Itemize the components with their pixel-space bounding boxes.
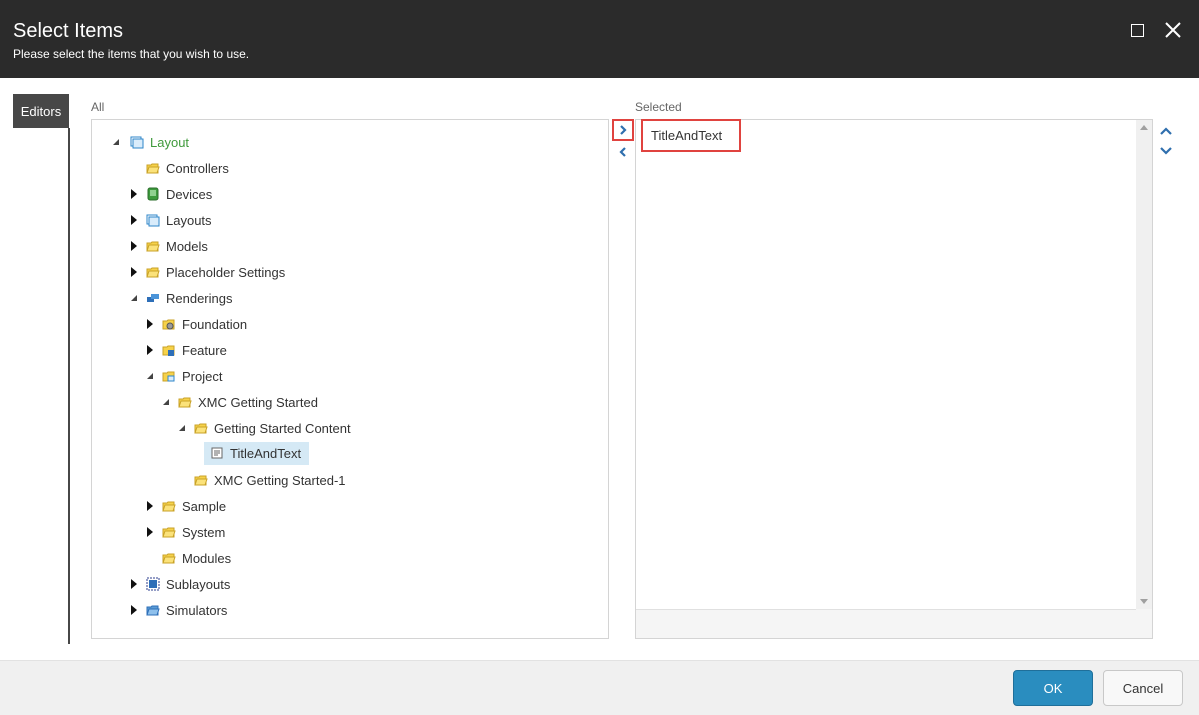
renderings-icon	[146, 291, 160, 305]
tree-label: XMC Getting Started	[198, 394, 318, 410]
dialog-footer: OK Cancel	[0, 660, 1199, 715]
collapsed-icon[interactable]	[144, 318, 156, 330]
tree-node-xmc-getting-started-1[interactable]: XMC Getting Started-1	[188, 469, 354, 491]
sublayout-icon	[146, 577, 160, 591]
folder-icon	[162, 525, 176, 539]
collapsed-icon[interactable]	[144, 500, 156, 512]
folder-project-icon	[162, 369, 176, 383]
expanded-icon[interactable]	[110, 136, 122, 148]
collapsed-icon[interactable]	[144, 526, 156, 538]
expanded-icon[interactable]	[128, 292, 140, 304]
layout-icon	[146, 213, 160, 227]
all-label: All	[91, 100, 105, 114]
collapsed-icon[interactable]	[128, 604, 140, 616]
selected-label: Selected	[635, 100, 682, 114]
tree-label: Project	[182, 368, 223, 384]
expanded-icon[interactable]	[160, 396, 172, 408]
tree-node-layout[interactable]: Layout	[113, 131, 197, 153]
chevron-up-icon	[1160, 127, 1172, 135]
chevron-down-icon	[1160, 147, 1172, 155]
tree-label: Devices	[166, 186, 213, 202]
tree-node-simulators[interactable]: Simulators	[128, 599, 235, 621]
folder-icon	[162, 551, 176, 565]
tree-node-system[interactable]: System	[144, 521, 233, 543]
rendering-item-icon	[210, 446, 224, 460]
tree-label: Modules	[182, 550, 232, 566]
layout-icon	[130, 135, 144, 149]
tree-panel: Layout Controllers Devices Layouts Model…	[91, 119, 609, 639]
tree-node-title-and-text[interactable]: TitleAndText	[204, 441, 310, 465]
tree-node-layouts[interactable]: Layouts	[128, 209, 220, 231]
chevron-right-icon	[620, 125, 627, 135]
scrollbar[interactable]	[1136, 120, 1152, 609]
collapsed-icon[interactable]	[128, 188, 140, 200]
tree-node-xmc-getting-started[interactable]: XMC Getting Started	[160, 391, 326, 413]
folder-icon	[178, 395, 192, 409]
maximize-icon[interactable]	[1131, 24, 1144, 37]
chevron-left-icon	[619, 147, 626, 157]
folder-icon	[146, 161, 160, 175]
editors-divider	[68, 128, 70, 644]
tree-label: TitleAndText	[230, 445, 302, 461]
dialog-title: Select Items	[13, 20, 124, 42]
selected-list[interactable]: TitleAndText	[636, 119, 1136, 610]
tree-node-modules[interactable]: Modules	[156, 547, 239, 569]
folder-feature-icon	[162, 343, 176, 357]
close-icon[interactable]	[1163, 20, 1183, 40]
scroll-up-icon[interactable]	[1140, 125, 1148, 130]
device-icon	[146, 187, 160, 201]
tree-label: System	[182, 524, 226, 540]
tree-node-sample[interactable]: Sample	[144, 495, 234, 517]
folder-icon	[146, 265, 160, 279]
tree-label: XMC Getting Started-1	[214, 472, 346, 488]
expanded-icon[interactable]	[144, 370, 156, 382]
folder-icon	[146, 239, 160, 253]
tree-label: Layout	[150, 134, 190, 150]
remove-item-button[interactable]	[614, 143, 632, 161]
collapsed-icon[interactable]	[128, 578, 140, 590]
selected-panel: TitleAndText	[635, 119, 1153, 639]
tree-label: Layouts	[166, 212, 212, 228]
dialog-subtitle: Please select the items that you wish to…	[13, 47, 250, 61]
dialog-header: Select Items Please select the items tha…	[0, 0, 1199, 78]
tree-node-devices[interactable]: Devices	[128, 183, 220, 205]
expanded-icon[interactable]	[176, 422, 188, 434]
add-item-button[interactable]	[612, 119, 634, 141]
tree-node-project[interactable]: Project	[144, 365, 230, 387]
selected-item[interactable]: TitleAndText	[641, 119, 741, 152]
folder-icon	[162, 499, 176, 513]
folder-gear-icon	[162, 317, 176, 331]
tree-node-foundation[interactable]: Foundation	[144, 313, 255, 335]
tree-node-feature[interactable]: Feature	[144, 339, 235, 361]
tab-editors[interactable]: Editors	[13, 94, 69, 128]
scroll-down-icon[interactable]	[1140, 599, 1148, 604]
tree-label: Sublayouts	[166, 576, 231, 592]
tree-label: Placeholder Settings	[166, 264, 286, 280]
tree-label: Simulators	[166, 602, 228, 618]
cancel-button[interactable]: Cancel	[1103, 670, 1183, 706]
tree-node-controllers[interactable]: Controllers	[140, 157, 237, 179]
tree-node-renderings[interactable]: Renderings	[128, 287, 241, 309]
tree-node-placeholder-settings[interactable]: Placeholder Settings	[128, 261, 293, 283]
tree-label: Getting Started Content	[214, 420, 351, 436]
tree-node-models[interactable]: Models	[128, 235, 216, 257]
collapsed-icon[interactable]	[144, 344, 156, 356]
tree-node-sublayouts[interactable]: Sublayouts	[128, 573, 238, 595]
tree-label: Sample	[182, 498, 227, 514]
collapsed-icon[interactable]	[128, 214, 140, 226]
folder-icon	[194, 473, 208, 487]
tree-label: Models	[166, 238, 208, 254]
folder-icon	[194, 421, 208, 435]
simulator-folder-icon	[146, 603, 160, 617]
tree-node-getting-started-content[interactable]: Getting Started Content	[176, 417, 359, 439]
move-up-button[interactable]	[1158, 123, 1174, 139]
collapsed-icon[interactable]	[128, 240, 140, 252]
ok-button[interactable]: OK	[1013, 670, 1093, 706]
tree-label: Feature	[182, 342, 227, 358]
tree-label: Renderings	[166, 290, 233, 306]
tree-label: Controllers	[166, 160, 229, 176]
tree-label: Foundation	[182, 316, 248, 332]
collapsed-icon[interactable]	[128, 266, 140, 278]
move-down-button[interactable]	[1158, 143, 1174, 159]
